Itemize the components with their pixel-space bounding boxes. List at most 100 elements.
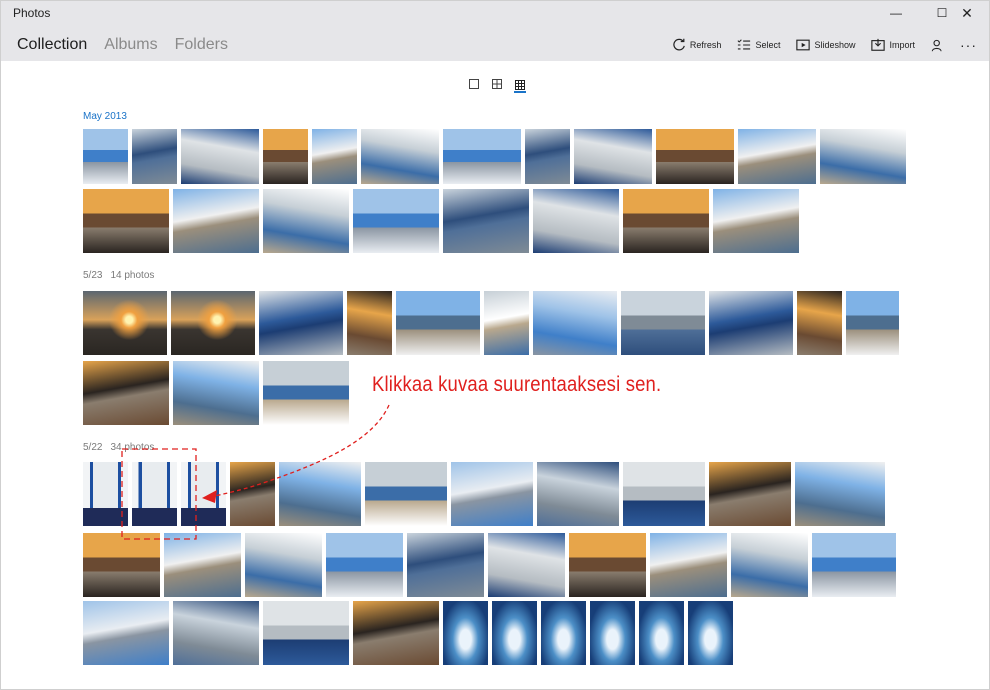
photo-thumbnail[interactable]	[541, 601, 586, 665]
app-title: Photos	[13, 6, 51, 20]
photo-thumbnail[interactable]	[484, 291, 529, 355]
photo-thumbnail[interactable]	[312, 129, 357, 184]
photo-thumbnail[interactable]	[623, 462, 705, 526]
photo-thumbnail[interactable]	[353, 601, 439, 665]
photo-thumbnail[interactable]	[279, 462, 361, 526]
nine-squares-icon	[515, 79, 525, 90]
photo-thumbnail[interactable]	[688, 601, 733, 665]
refresh-button[interactable]: Refresh	[672, 38, 722, 52]
zoom-toggle	[468, 78, 526, 93]
select-button[interactable]: Select	[737, 38, 780, 52]
person-icon	[931, 39, 942, 51]
photo-thumbnail[interactable]	[820, 129, 906, 184]
photo-thumbnail[interactable]	[263, 361, 349, 425]
photo-thumbnail[interactable]	[656, 129, 734, 184]
photo-thumbnail[interactable]	[83, 462, 128, 526]
refresh-icon	[673, 38, 685, 51]
tab-albums[interactable]: Albums	[104, 36, 157, 54]
more-button[interactable]: ···	[960, 37, 977, 53]
photo-thumbnail[interactable]	[639, 601, 684, 665]
group-title: May 2013	[83, 111, 127, 122]
slideshow-icon	[796, 39, 811, 51]
zoom-medium-button[interactable]	[491, 78, 503, 90]
close-button[interactable]: ✕	[945, 1, 989, 25]
photo-thumbnail[interactable]	[537, 462, 619, 526]
photo-thumbnail[interactable]	[181, 462, 226, 526]
photo-thumbnail[interactable]	[132, 462, 177, 526]
photo-thumbnail[interactable]	[574, 129, 652, 184]
group-header-5-23[interactable]: 5/23 14 photos	[83, 270, 154, 281]
photo-thumbnail[interactable]	[709, 291, 793, 355]
photo-thumbnail[interactable]	[83, 601, 169, 665]
import-button[interactable]: Import	[871, 38, 915, 52]
photo-thumbnail[interactable]	[713, 189, 799, 253]
photo-thumbnail[interactable]	[83, 533, 160, 597]
group-count: 34 photos	[110, 442, 155, 453]
photo-thumbnail[interactable]	[407, 533, 484, 597]
photo-thumbnail[interactable]	[443, 601, 488, 665]
photo-thumbnail[interactable]	[83, 129, 128, 184]
photo-thumbnail[interactable]	[797, 291, 842, 355]
photo-thumbnail[interactable]	[263, 129, 308, 184]
photo-thumbnail[interactable]	[443, 189, 529, 253]
photo-thumbnail[interactable]	[533, 189, 619, 253]
photo-thumbnail[interactable]	[361, 129, 439, 184]
zoom-small-button[interactable]	[514, 78, 526, 93]
photo-thumbnail[interactable]	[738, 129, 816, 184]
photo-thumbnail[interactable]	[259, 291, 343, 355]
photo-thumbnail[interactable]	[621, 291, 705, 355]
refresh-label: Refresh	[689, 40, 722, 50]
photo-thumbnail[interactable]	[83, 361, 169, 425]
tab-folders[interactable]: Folders	[175, 36, 228, 54]
photo-thumbnail[interactable]	[83, 291, 167, 355]
photo-thumbnail[interactable]	[650, 533, 727, 597]
tab-collection[interactable]: Collection	[17, 36, 87, 54]
photo-thumbnail[interactable]	[173, 361, 259, 425]
group-title: 5/22	[83, 442, 103, 453]
photo-thumbnail[interactable]	[173, 601, 259, 665]
title-bar: Photos — ☐ ✕	[1, 1, 989, 25]
photo-thumbnail[interactable]	[263, 189, 349, 253]
photo-thumbnail[interactable]	[590, 601, 635, 665]
group-header-may-2013[interactable]: May 2013	[83, 111, 127, 122]
photo-thumbnail[interactable]	[181, 129, 259, 184]
app-header: Collection Albums Folders Refresh Select…	[1, 25, 989, 61]
group-title: 5/23	[83, 270, 103, 281]
zoom-large-button[interactable]	[468, 78, 480, 90]
photo-thumbnail[interactable]	[846, 291, 899, 355]
photo-thumbnail[interactable]	[443, 129, 521, 184]
photo-thumbnail[interactable]	[353, 189, 439, 253]
group-header-5-22[interactable]: 5/22 34 photos	[83, 442, 154, 453]
photo-thumbnail[interactable]	[171, 291, 255, 355]
photo-thumbnail[interactable]	[451, 462, 533, 526]
photo-thumbnail[interactable]	[731, 533, 808, 597]
photo-thumbnail[interactable]	[533, 291, 617, 355]
photo-thumbnail[interactable]	[569, 533, 646, 597]
photo-thumbnail[interactable]	[812, 533, 896, 597]
photo-thumbnail[interactable]	[173, 189, 259, 253]
photo-thumbnail[interactable]	[263, 601, 349, 665]
select-icon	[737, 39, 751, 50]
select-label: Select	[755, 40, 781, 50]
four-squares-icon	[492, 79, 502, 89]
import-icon	[871, 38, 886, 51]
account-button[interactable]	[931, 39, 944, 52]
photo-thumbnail[interactable]	[795, 462, 885, 526]
photo-thumbnail[interactable]	[245, 533, 322, 597]
photo-thumbnail[interactable]	[230, 462, 275, 526]
photo-thumbnail[interactable]	[83, 189, 169, 253]
photo-thumbnail[interactable]	[525, 129, 570, 184]
photo-thumbnail[interactable]	[492, 601, 537, 665]
photo-thumbnail[interactable]	[623, 189, 709, 253]
photo-thumbnail[interactable]	[396, 291, 480, 355]
photo-thumbnail[interactable]	[488, 533, 565, 597]
slideshow-label: Slideshow	[814, 40, 856, 50]
photo-thumbnail[interactable]	[347, 291, 392, 355]
slideshow-button[interactable]: Slideshow	[796, 38, 855, 52]
photo-thumbnail[interactable]	[326, 533, 403, 597]
photo-thumbnail[interactable]	[132, 129, 177, 184]
photo-thumbnail[interactable]	[709, 462, 791, 526]
minimize-button[interactable]: —	[873, 1, 919, 25]
photo-thumbnail[interactable]	[365, 462, 447, 526]
photo-thumbnail[interactable]	[164, 533, 241, 597]
